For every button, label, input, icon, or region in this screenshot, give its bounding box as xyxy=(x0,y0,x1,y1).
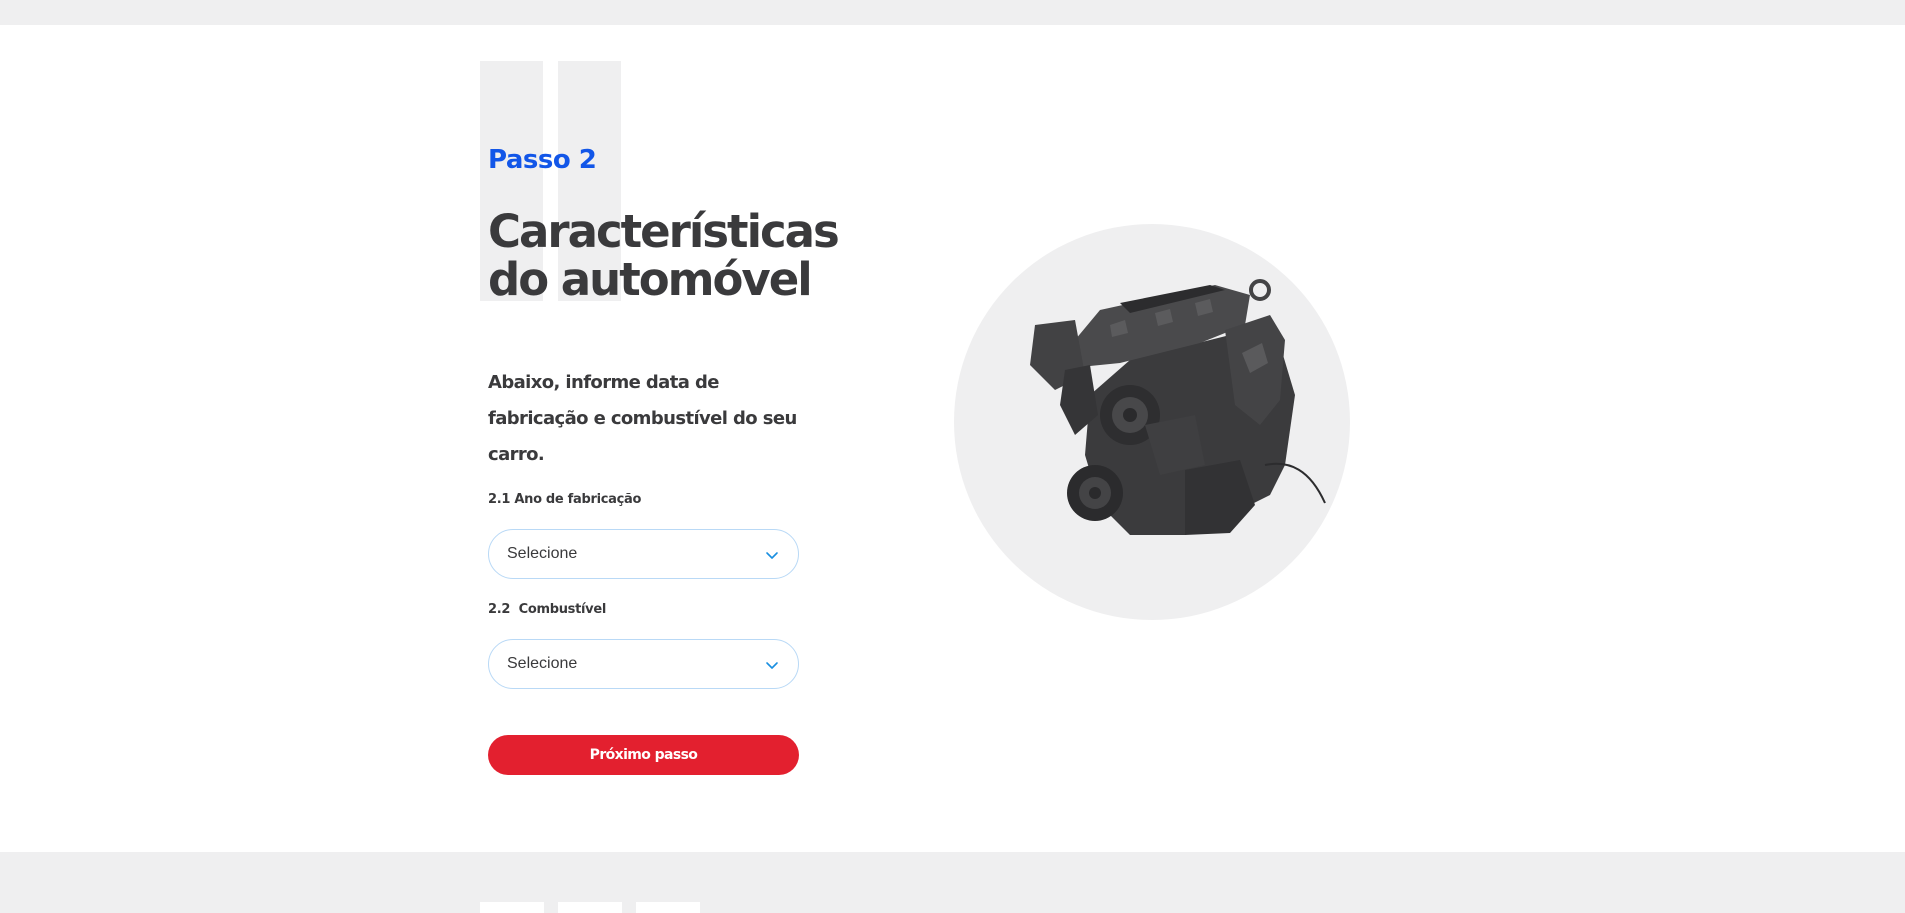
chevron-down-icon xyxy=(766,552,778,559)
intro-text: Abaixo, informe data de fabricação e com… xyxy=(488,372,797,465)
footer-link[interactable] xyxy=(480,902,544,913)
year-select[interactable]: Selecione xyxy=(488,529,799,579)
page-title: Características do automóvel xyxy=(488,205,840,306)
chevron-down-icon xyxy=(766,662,778,669)
fuel-field-label: 2.2 Combustível xyxy=(488,602,607,617)
footer xyxy=(0,852,1905,913)
year-select-value: Selecione xyxy=(507,545,578,562)
year-field-label: 2.1 Ano de fabricação xyxy=(488,492,642,507)
footer-link[interactable] xyxy=(558,902,622,913)
step-label: Passo 2 xyxy=(488,145,597,175)
fuel-select-value: Selecione xyxy=(507,655,578,672)
fuel-select[interactable]: Selecione xyxy=(488,639,799,689)
top-band xyxy=(0,0,1905,25)
step-section xyxy=(0,25,1905,852)
next-step-button[interactable]: Próximo passo xyxy=(488,735,799,775)
footer-link[interactable] xyxy=(636,902,700,913)
engine-image xyxy=(1030,279,1326,535)
